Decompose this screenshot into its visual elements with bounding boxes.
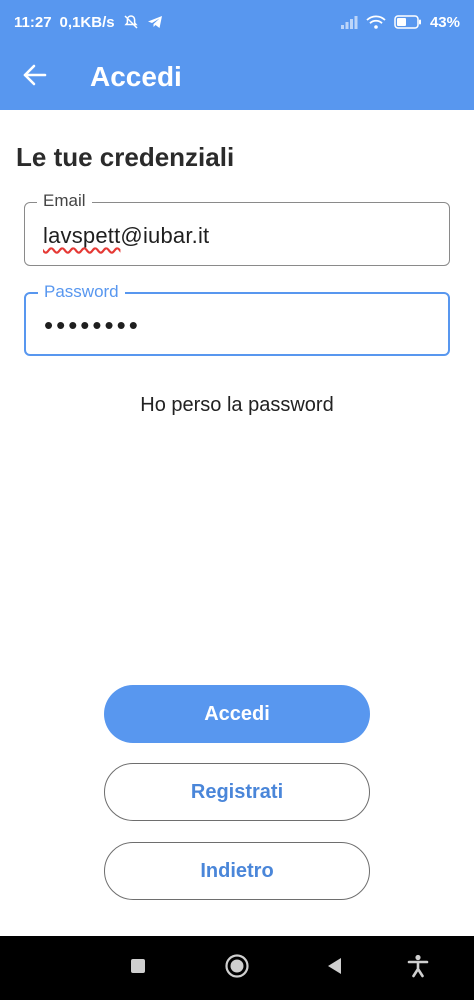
email-label: Email (37, 191, 92, 211)
status-network-speed: 0,1KB/s (59, 13, 115, 31)
system-nav-bar (0, 936, 474, 1000)
home-circle-icon (224, 953, 250, 984)
password-label: Password (38, 282, 125, 302)
register-button[interactable]: Registrati (104, 763, 370, 821)
status-time: 11:27 (14, 13, 52, 31)
system-back-button[interactable] (314, 936, 354, 1000)
battery-icon (394, 15, 422, 29)
arrow-left-icon (22, 62, 48, 93)
page-title: Accedi (90, 61, 182, 92)
accessibility-button[interactable] (398, 936, 438, 1000)
wifi-icon (366, 15, 386, 29)
home-button[interactable] (217, 936, 257, 1000)
password-field[interactable]: Password •••••••• (24, 282, 450, 356)
email-value-misspelled: lavspett (43, 223, 121, 248)
email-field[interactable]: Email lavspett@iubar.it (24, 191, 450, 266)
square-icon (129, 957, 147, 980)
status-left: 11:27 0,1KB/s (14, 14, 163, 31)
email-value-rest: @iubar.it (120, 223, 210, 248)
status-right: 43% (340, 14, 460, 31)
forgot-password-link[interactable]: Ho perso la password (0, 394, 474, 417)
password-value: •••••••• (44, 310, 141, 340)
app-bar: Accedi (0, 44, 474, 110)
login-button[interactable]: Accedi (104, 685, 370, 743)
recents-button[interactable] (118, 936, 158, 1000)
accessibility-icon (407, 954, 429, 983)
back-outline-button[interactable]: Indietro (104, 842, 370, 900)
back-triangle-icon (325, 956, 343, 981)
status-bar: 11:27 0,1KB/s 43% (0, 0, 474, 44)
status-battery-percent: 43% (429, 13, 460, 31)
credentials-heading: Le tue credenziali (16, 142, 235, 172)
email-value: lavspett@iubar.it (43, 223, 209, 249)
bell-off-icon (123, 14, 139, 30)
back-button[interactable] (0, 44, 70, 110)
telegram-icon (147, 14, 163, 30)
signal-icon (340, 15, 358, 29)
